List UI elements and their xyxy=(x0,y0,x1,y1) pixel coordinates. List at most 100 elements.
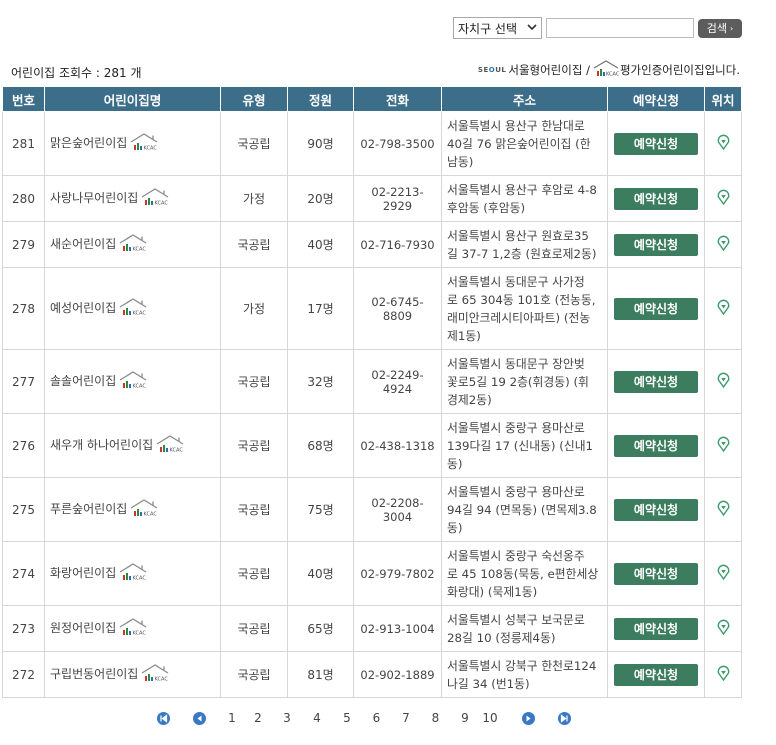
daycare-type: 국공립 xyxy=(220,541,288,606)
daycare-name-link[interactable]: 화랑어린이집 xyxy=(50,566,116,580)
page-numbers: 1 2 3 4 5 6 7 8 9 10 xyxy=(220,711,500,725)
reserve-button[interactable]: 예약신청 xyxy=(614,297,698,320)
map-pin-icon[interactable] xyxy=(717,665,730,684)
svg-text:KCAC: KCAC xyxy=(170,448,184,454)
reserve-cell: 예약신청 xyxy=(607,267,705,350)
location-cell xyxy=(704,267,742,350)
reserve-button[interactable]: 예약신청 xyxy=(614,233,698,256)
location-cell xyxy=(704,175,742,222)
daycare-address: 서울특별시 성북구 보국문로 28길 10 (정릉제4동) xyxy=(441,605,608,652)
row-number: 274 xyxy=(2,541,45,606)
address-line: 길 37-7 1,2층 (원효로제2동) xyxy=(447,246,597,261)
daycare-name-link[interactable]: 구립번동어린이집 xyxy=(50,667,138,681)
kcac-house-icon: KCAC xyxy=(130,133,158,154)
page-number[interactable]: 9 xyxy=(450,711,480,725)
page-number[interactable]: 5 xyxy=(332,711,362,725)
row-number: 273 xyxy=(2,605,45,652)
address-line: 94길 94 (면목동) (면목제3.8 xyxy=(447,502,597,517)
map-pin-icon[interactable] xyxy=(717,299,730,318)
daycare-phone: 02-2249-4924 xyxy=(353,349,442,414)
daycare-name-link[interactable]: 원정어린이집 xyxy=(50,621,116,635)
reserve-button[interactable]: 예약신청 xyxy=(614,434,698,457)
daycare-name-cell: 구립번동어린이집 KCAC xyxy=(44,651,221,698)
location-cell xyxy=(704,477,742,542)
address-line: 로 65 304동 101호 (전농동, xyxy=(447,292,596,307)
location-cell xyxy=(704,541,742,606)
district-select-label: 자치구 선택 xyxy=(458,21,518,36)
daycare-address: 서울특별시 동대문구 장안벚 꽃로5길 19 2층(휘경동) (휘 경제2동) xyxy=(441,349,608,414)
daycare-type: 국공립 xyxy=(220,605,288,652)
daycare-name-link[interactable]: 예성어린이집 xyxy=(50,301,116,315)
daycare-capacity: 75명 xyxy=(287,477,354,542)
map-pin-icon[interactable] xyxy=(717,372,730,391)
address-line: 로 45 108동(묵동, e편한세상 xyxy=(447,566,599,581)
daycare-address: 서울특별시 동대문구 사가정 로 65 304동 101호 (전농동, 래미안크레시… xyxy=(441,267,608,350)
table-header-row: 번호 어린이집명 유형 정원 전화 주소 예약신청 위치 xyxy=(2,86,742,112)
daycare-name-link[interactable]: 새순어린이집 xyxy=(50,237,116,251)
daycare-name-link[interactable]: 사랑나무어린이집 xyxy=(50,191,138,205)
table-row: 278 예성어린이집 KCAC 가정 17명 02-6745-8809 서울특별시 동대문구… xyxy=(2,267,742,350)
reserve-button[interactable]: 예약신청 xyxy=(614,187,698,210)
chevron-right-icon[interactable] xyxy=(522,711,535,725)
reserve-button[interactable]: 예약신청 xyxy=(614,132,698,155)
page-number[interactable]: 7 xyxy=(391,711,421,725)
page-number[interactable]: 4 xyxy=(302,711,332,725)
reserve-cell: 예약신청 xyxy=(607,413,705,478)
column-header: 어린이집명 xyxy=(44,86,221,112)
column-header: 전화 xyxy=(353,86,442,112)
daycare-type: 국공립 xyxy=(220,651,288,698)
daycare-name-link[interactable]: 새우개 하나어린이집 xyxy=(50,438,153,452)
reserve-button[interactable]: 예약신청 xyxy=(614,562,698,585)
address-line: 서울특별시 중랑구 용마산로 xyxy=(447,420,585,435)
daycare-type: 가정 xyxy=(220,175,288,222)
column-header: 정원 xyxy=(287,86,354,112)
reserve-button[interactable]: 예약신청 xyxy=(614,370,698,393)
daycare-phone: 02-716-7930 xyxy=(353,221,442,268)
reserve-cell: 예약신청 xyxy=(607,651,705,698)
reserve-cell: 예약신청 xyxy=(607,349,705,414)
reserve-button[interactable]: 예약신청 xyxy=(614,617,698,640)
reserve-button[interactable]: 예약신청 xyxy=(614,663,698,686)
daycare-name-link[interactable]: 맑은숲어린이집 xyxy=(50,136,127,150)
address-line: 꽃로5길 19 2층(휘경동) (휘 xyxy=(447,374,589,389)
search-button[interactable]: 검색 › xyxy=(698,18,742,38)
column-header: 예약신청 xyxy=(607,86,705,112)
kcac-house-icon: KCAC xyxy=(156,435,184,456)
double-chevron-left-icon[interactable] xyxy=(157,711,170,725)
page-number[interactable]: 10 xyxy=(480,711,500,725)
map-pin-icon[interactable] xyxy=(717,189,730,208)
search-input[interactable] xyxy=(546,18,694,38)
page-number[interactable]: 6 xyxy=(362,711,391,725)
daycare-address: 서울특별시 중랑구 숙선옹주 로 45 108동(묵동, e편한세상 화랑대) (묵… xyxy=(441,541,608,606)
double-chevron-right-icon[interactable] xyxy=(558,711,571,725)
address-line: 서울특별시 용산구 원효로35 xyxy=(447,228,589,243)
map-pin-icon[interactable] xyxy=(717,134,730,153)
address-line: 나길 34 (번1동) xyxy=(447,676,530,691)
map-pin-icon[interactable] xyxy=(717,235,730,254)
map-pin-icon[interactable] xyxy=(717,500,730,519)
map-pin-icon[interactable] xyxy=(717,564,730,583)
district-select[interactable]: 자치구 선택 xyxy=(453,17,542,39)
map-pin-icon[interactable] xyxy=(717,436,730,455)
chevron-left-icon[interactable] xyxy=(193,711,206,725)
kcac-house-icon: KCAC xyxy=(593,60,620,80)
address-line: 139다길 17 (신내동) (신내1 xyxy=(447,438,594,453)
map-pin-icon[interactable] xyxy=(717,619,730,638)
daycare-phone: 02-2213-2929 xyxy=(353,175,442,222)
page-number[interactable]: 1 xyxy=(220,711,244,725)
address-line: 후암동 (후암동) xyxy=(447,200,526,215)
svg-text:KCAC: KCAC xyxy=(133,384,147,390)
page-number[interactable]: 8 xyxy=(421,711,450,725)
column-header: 번호 xyxy=(2,86,45,112)
address-line: 서울특별시 중랑구 숙선옹주 xyxy=(447,548,585,563)
page-number[interactable]: 2 xyxy=(244,711,272,725)
chevron-down-icon xyxy=(527,23,537,34)
address-line: 동) xyxy=(447,520,463,535)
page-number[interactable]: 3 xyxy=(272,711,302,725)
kcac-house-icon: KCAC xyxy=(119,371,147,392)
daycare-name-link[interactable]: 푸른숲어린이집 xyxy=(50,502,127,516)
daycare-name-link[interactable]: 솔솔어린이집 xyxy=(50,374,116,388)
reserve-button[interactable]: 예약신청 xyxy=(614,498,698,521)
address-line: 경제2동) xyxy=(447,392,492,407)
daycare-type: 국공립 xyxy=(220,477,288,542)
